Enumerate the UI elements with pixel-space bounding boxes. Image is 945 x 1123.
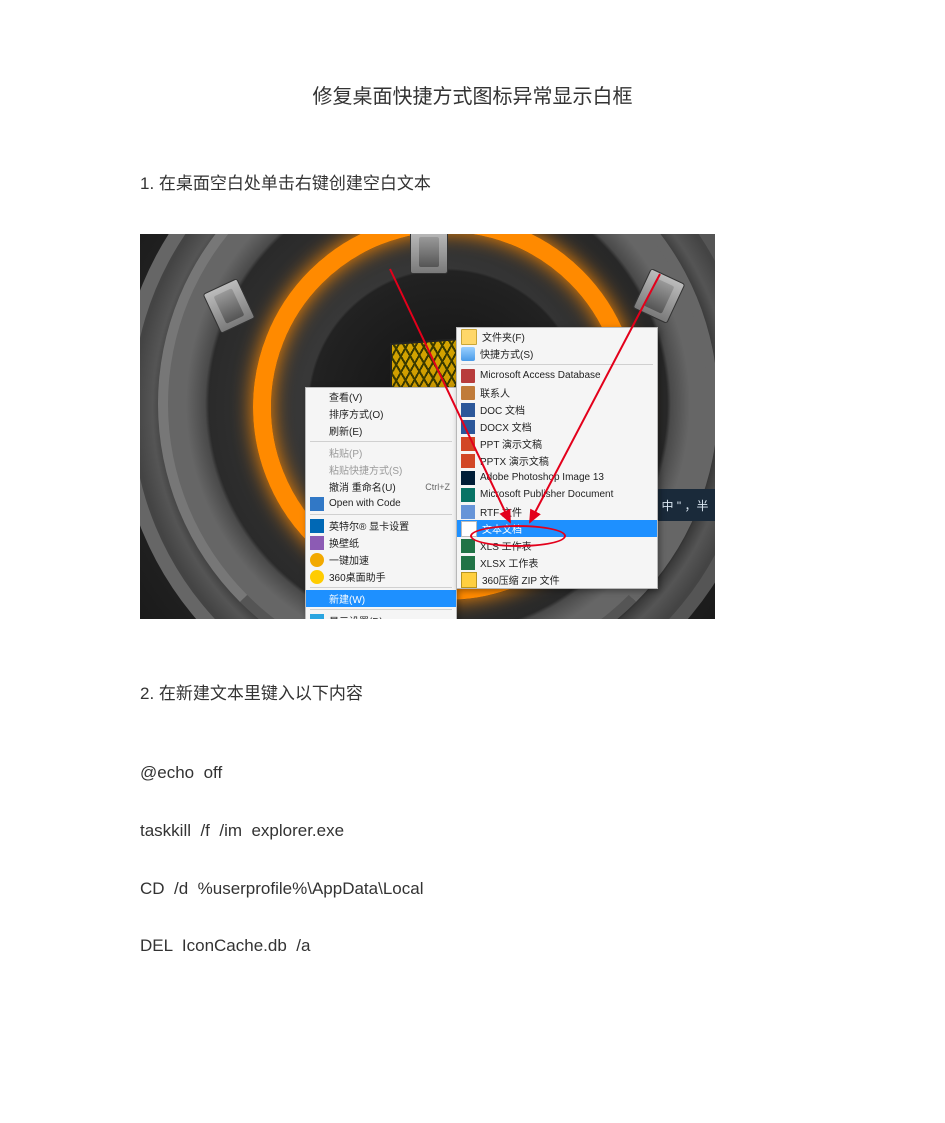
- menu-separator: [461, 364, 653, 365]
- menu-label: RTF 文件: [480, 504, 651, 519]
- menu-label: DOCX 文档: [480, 419, 651, 434]
- ppt-icon: [461, 454, 475, 468]
- menu-label: 换壁纸: [329, 535, 450, 550]
- menu-item-view[interactable]: 查看(V): [306, 388, 456, 405]
- menu-label: 粘贴(P): [329, 445, 450, 460]
- menu-label: 粘贴快捷方式(S): [329, 462, 450, 477]
- menu-item-360-desktop[interactable]: 360桌面助手: [306, 568, 456, 585]
- code-block: @echo off taskkill /f /im explorer.exe C…: [140, 744, 805, 975]
- menu-item-paste: 粘贴(P): [306, 444, 456, 461]
- menu-item-intel-graphics[interactable]: 英特尔® 显卡设置: [306, 517, 456, 534]
- document-title: 修复桌面快捷方式图标异常显示白框: [140, 80, 805, 109]
- submenu-item-access[interactable]: Microsoft Access Database: [457, 367, 657, 384]
- menu-separator: [310, 514, 452, 515]
- submenu-item-photoshop[interactable]: Adobe Photoshop Image 13: [457, 469, 657, 486]
- menu-label: 新建(W): [329, 591, 450, 606]
- menu-item-paste-shortcut: 粘贴快捷方式(S): [306, 461, 456, 478]
- menu-label: 排序方式(O): [329, 406, 450, 421]
- submenu-item-doc[interactable]: DOC 文档: [457, 401, 657, 418]
- menu-label: XLS 工作表: [480, 538, 651, 553]
- word-icon: [461, 420, 475, 434]
- menu-item-undo[interactable]: 撤消 重命名(U) Ctrl+Z: [306, 478, 456, 495]
- excel-icon: [461, 539, 475, 553]
- code-line: @echo off: [140, 744, 805, 802]
- menu-separator: [310, 609, 452, 610]
- submenu-item-txt[interactable]: 文本文档: [457, 520, 657, 537]
- menu-item-open-with-code[interactable]: Open with Code: [306, 495, 456, 512]
- code-line: taskkill /f /im explorer.exe: [140, 802, 805, 860]
- context-submenu-new: 文件夹(F) 快捷方式(S) Microsoft Access Database…: [456, 327, 658, 589]
- menu-item-refresh[interactable]: 刷新(E): [306, 422, 456, 439]
- menu-label: 英特尔® 显卡设置: [329, 518, 450, 533]
- menu-label: 联系人: [480, 385, 651, 400]
- intel-icon: [310, 519, 324, 533]
- menu-item-new[interactable]: 新建(W): [306, 590, 456, 607]
- submenu-item-xls[interactable]: XLS 工作表: [457, 537, 657, 554]
- menu-label: 360桌面助手: [329, 569, 450, 584]
- speedup-icon: [310, 553, 324, 567]
- menu-item-sort[interactable]: 排序方式(O): [306, 405, 456, 422]
- shortcut-icon: [461, 347, 475, 361]
- contact-icon: [461, 386, 475, 400]
- excel-icon: [461, 556, 475, 570]
- menu-separator: [310, 441, 452, 442]
- screenshot-figure: 中 " ，半 查看(V) 排序方式(O) 刷新(E) 粘贴(P) 粘贴快捷方式(…: [140, 234, 715, 619]
- step-2: 2. 在新建文本里键入以下内容: [140, 679, 805, 704]
- submenu-item-zip[interactable]: 360压缩 ZIP 文件: [457, 571, 657, 588]
- menu-label: Microsoft Publisher Document: [480, 489, 651, 500]
- rtf-icon: [461, 505, 475, 519]
- menu-label: 文本文档: [482, 521, 651, 536]
- photoshop-icon: [461, 471, 475, 485]
- d360-icon: [310, 570, 324, 584]
- menu-label: Microsoft Access Database: [480, 370, 651, 381]
- submenu-item-ppt[interactable]: PPT 演示文稿: [457, 435, 657, 452]
- menu-label: PPTX 演示文稿: [480, 453, 651, 468]
- zip-icon: [461, 572, 477, 588]
- menu-item-wallpaper[interactable]: 换壁纸: [306, 534, 456, 551]
- menu-shortcut: Ctrl+Z: [425, 482, 450, 492]
- submenu-item-contact[interactable]: 联系人: [457, 384, 657, 401]
- menu-label: DOC 文档: [480, 402, 651, 417]
- menu-label: 显示设置(D): [329, 613, 450, 619]
- display-icon: [310, 614, 324, 620]
- code-line: DEL IconCache.db /a: [140, 917, 805, 975]
- menu-item-display[interactable]: 显示设置(D): [306, 612, 456, 619]
- wallpaper-icon: [310, 536, 324, 550]
- bg-clamp: [410, 234, 448, 274]
- menu-label: XLSX 工作表: [480, 555, 651, 570]
- menu-separator: [310, 587, 452, 588]
- menu-label: PPT 演示文稿: [480, 436, 651, 451]
- access-icon: [461, 369, 475, 383]
- context-menu: 查看(V) 排序方式(O) 刷新(E) 粘贴(P) 粘贴快捷方式(S) 撤消 重…: [305, 387, 457, 619]
- publisher-icon: [461, 488, 475, 502]
- submenu-item-shortcut[interactable]: 快捷方式(S): [457, 345, 657, 362]
- menu-label: 文件夹(F): [482, 329, 651, 344]
- menu-label: 360压缩 ZIP 文件: [482, 572, 651, 587]
- submenu-item-folder[interactable]: 文件夹(F): [457, 328, 657, 345]
- step-1: 1. 在桌面空白处单击右键创建空白文本: [140, 169, 805, 194]
- folder-icon: [461, 329, 477, 345]
- ppt-icon: [461, 437, 475, 451]
- code-icon: [310, 497, 324, 511]
- menu-item-speedup[interactable]: 一键加速: [306, 551, 456, 568]
- word-icon: [461, 403, 475, 417]
- txt-icon: [461, 521, 477, 537]
- ime-badge: 中 " ，半: [655, 489, 715, 521]
- submenu-item-docx[interactable]: DOCX 文档: [457, 418, 657, 435]
- submenu-item-pptx[interactable]: PPTX 演示文稿: [457, 452, 657, 469]
- menu-label: Open with Code: [329, 498, 450, 509]
- menu-label: 一键加速: [329, 552, 450, 567]
- menu-label: 撤消 重命名(U): [329, 479, 420, 494]
- submenu-item-publisher[interactable]: Microsoft Publisher Document: [457, 486, 657, 503]
- menu-label: 刷新(E): [329, 423, 450, 438]
- menu-label: Adobe Photoshop Image 13: [480, 472, 651, 483]
- menu-label: 快捷方式(S): [480, 346, 651, 361]
- menu-label: 查看(V): [329, 389, 450, 404]
- submenu-item-rtf[interactable]: RTF 文件: [457, 503, 657, 520]
- submenu-item-xlsx[interactable]: XLSX 工作表: [457, 554, 657, 571]
- code-line: CD /d %userprofile%\AppData\Local: [140, 860, 805, 918]
